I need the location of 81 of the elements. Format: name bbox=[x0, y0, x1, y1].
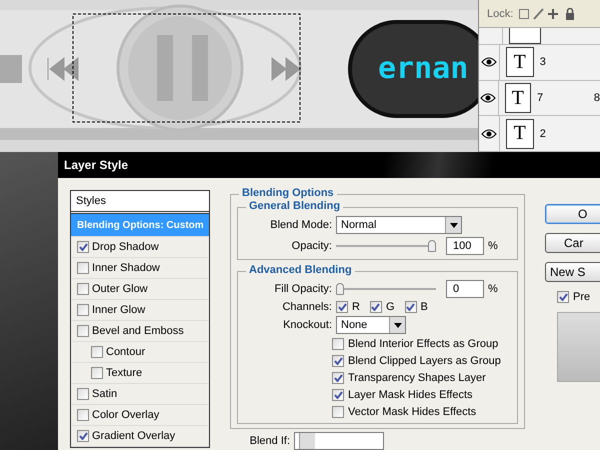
checkbox-label: B bbox=[420, 301, 428, 313]
eye-icon[interactable] bbox=[480, 57, 497, 68]
eye-icon[interactable] bbox=[480, 128, 497, 139]
checkbox-label: Vector Mask Hides Effects bbox=[348, 406, 476, 418]
window-title: Layer Style bbox=[58, 152, 600, 178]
style-item[interactable]: Gradient Overlay bbox=[71, 426, 209, 447]
dialog-button[interactable]: O bbox=[545, 204, 600, 224]
preview-swatch bbox=[557, 312, 600, 382]
checkbox[interactable] bbox=[77, 409, 89, 421]
checkbox[interactable] bbox=[77, 430, 89, 442]
visibility-cell[interactable] bbox=[479, 116, 500, 151]
style-item[interactable]: Texture bbox=[71, 363, 209, 384]
checkbox-label: Transparency Shapes Layer bbox=[348, 372, 486, 384]
layer-name[interactable]: 7 bbox=[537, 92, 594, 104]
dropdown[interactable] bbox=[294, 432, 384, 450]
checkbox[interactable] bbox=[77, 304, 89, 316]
checkbox[interactable] bbox=[370, 301, 382, 313]
field-label: Fill Opacity: bbox=[274, 283, 332, 295]
section-title: Blending Options bbox=[239, 187, 337, 199]
lock-icons-drawing[interactable] bbox=[519, 8, 576, 20]
style-item[interactable]: Outer Glow bbox=[71, 279, 209, 300]
field-label: Knockout: bbox=[282, 319, 332, 331]
checkbox[interactable] bbox=[332, 372, 344, 384]
dialog-button[interactable]: New S bbox=[545, 262, 600, 282]
slider[interactable] bbox=[336, 283, 436, 295]
number-field[interactable]: 100 bbox=[446, 237, 484, 255]
layer-name[interactable]: 3 bbox=[540, 56, 600, 68]
slider[interactable] bbox=[336, 240, 436, 252]
style-item[interactable]: Drop Shadow bbox=[71, 237, 209, 258]
checkbox-label: R bbox=[352, 301, 360, 313]
checkbox-label: Blend Clipped Layers as Group bbox=[348, 355, 501, 367]
field-label: Blend Mode: bbox=[269, 219, 332, 231]
checkbox[interactable] bbox=[404, 301, 417, 313]
checkbox[interactable] bbox=[77, 262, 89, 274]
visibility-cell[interactable] bbox=[479, 45, 500, 80]
text-layer-thumbnail: T bbox=[506, 118, 534, 149]
checkbox[interactable] bbox=[77, 241, 89, 253]
layer-name[interactable]: 2 bbox=[540, 128, 600, 140]
style-item[interactable]: Satin bbox=[71, 384, 209, 405]
eye-icon[interactable] bbox=[480, 93, 496, 104]
dropdown-arrow-icon bbox=[450, 222, 458, 228]
checkbox[interactable] bbox=[77, 388, 89, 400]
checkbox[interactable] bbox=[332, 355, 344, 367]
dropdown-arrow-icon bbox=[394, 322, 402, 328]
slider-thumb[interactable] bbox=[428, 240, 436, 252]
checkbox[interactable] bbox=[77, 325, 89, 337]
number-field[interactable]: 0 bbox=[446, 280, 484, 298]
group-title: Advanced Blending bbox=[246, 264, 355, 276]
unit-label: % bbox=[488, 240, 498, 252]
field-label: Channels: bbox=[281, 301, 332, 313]
checkbox[interactable] bbox=[77, 283, 89, 295]
text-layer-thumbnail: T bbox=[506, 47, 534, 78]
field-label: Opacity: bbox=[290, 240, 332, 252]
checkbox-label: G bbox=[386, 301, 395, 313]
checkbox[interactable] bbox=[332, 406, 344, 418]
checkbox[interactable] bbox=[332, 338, 344, 350]
checkbox-label: Layer Mask Hides Effects bbox=[348, 389, 473, 401]
visibility-cell[interactable] bbox=[479, 80, 499, 116]
checkbox-label: Pre bbox=[573, 291, 590, 303]
checkbox-label: Blend Interior Effects as Group bbox=[348, 338, 498, 350]
dropdown[interactable]: None bbox=[336, 316, 406, 334]
style-item[interactable]: Inner Glow bbox=[71, 300, 209, 321]
checkbox[interactable] bbox=[336, 301, 348, 313]
checkbox[interactable] bbox=[91, 346, 103, 358]
dialog-button[interactable]: Car bbox=[545, 233, 600, 253]
checkbox[interactable] bbox=[557, 291, 569, 303]
group-title: General Blending bbox=[246, 200, 344, 212]
slider-thumb[interactable] bbox=[336, 283, 344, 295]
style-item[interactable]: Color Overlay bbox=[71, 405, 209, 426]
checkbox[interactable] bbox=[332, 389, 344, 401]
lock-label: Lock: bbox=[487, 8, 514, 20]
style-item[interactable]: Bevel and Emboss bbox=[71, 321, 209, 342]
field-label: Blend If: bbox=[248, 435, 290, 447]
style-item[interactable]: Inner Shadow bbox=[71, 258, 209, 279]
style-item[interactable]: Contour bbox=[71, 342, 209, 363]
layer-column-text: 8 bbox=[594, 92, 600, 104]
dropdown[interactable]: Normal bbox=[336, 216, 462, 234]
unit-label: % bbox=[488, 283, 498, 295]
text-layer-thumbnail: T bbox=[504, 83, 532, 114]
checkbox[interactable] bbox=[91, 367, 103, 379]
display-text: ernan bbox=[378, 51, 468, 86]
